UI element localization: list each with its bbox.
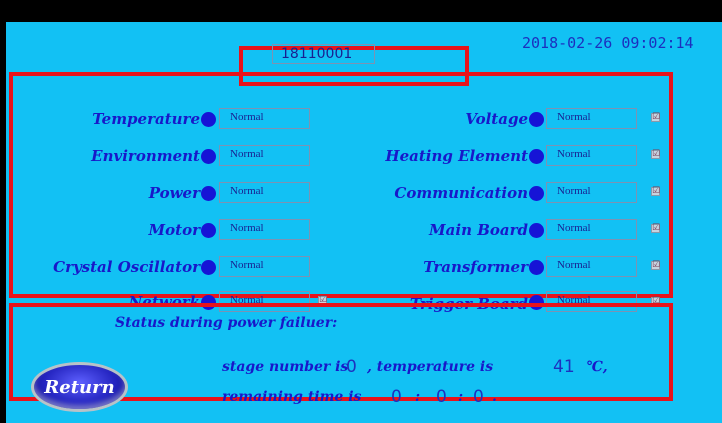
checkbox-heating-element[interactable]: ☑ <box>651 150 660 159</box>
label-environment: Environment <box>91 147 200 165</box>
label-main-board: Main Board <box>429 221 528 239</box>
label-motor: Motor <box>148 221 200 239</box>
remaining-hours: 0 <box>391 387 402 407</box>
checkbox-communication[interactable]: ☑ <box>651 187 660 196</box>
status-dot-transformer <box>529 260 544 275</box>
status-dot-motor <box>201 223 216 238</box>
return-button-label: Return <box>44 377 115 398</box>
value-transformer[interactable]: Normal <box>546 256 637 277</box>
return-button[interactable]: Return <box>31 362 128 412</box>
temperature-value: 41 <box>553 357 575 377</box>
device-id-field[interactable]: 18110001 <box>272 44 375 64</box>
value-main-board[interactable]: Normal <box>546 219 637 240</box>
checkbox-voltage[interactable]: ☑ <box>651 113 660 122</box>
time-end-period: . <box>492 389 497 405</box>
power-failure-title: Status during power failuer: <box>115 315 338 331</box>
status-dot-temperature <box>201 112 216 127</box>
label-heating-element: Heating Element <box>385 147 528 165</box>
label-crystal-oscillator: Crystal Oscillator <box>53 258 200 276</box>
remaining-time-label: remaining time is <box>222 389 362 405</box>
status-dot-environment <box>201 149 216 164</box>
remaining-seconds: 0 <box>473 387 484 407</box>
status-dot-communication <box>529 186 544 201</box>
checkbox-transformer[interactable]: ☑ <box>651 261 660 270</box>
value-temperature[interactable]: Normal <box>219 108 310 129</box>
temperature-label: , temperature is <box>367 359 494 375</box>
stage-label: stage number is <box>222 359 349 375</box>
value-crystal-oscillator[interactable]: Normal <box>219 256 310 277</box>
time-separator-2: : <box>458 389 464 405</box>
stage-value: 0 <box>346 357 357 377</box>
checkbox-main-board[interactable]: ☑ <box>651 224 660 233</box>
time-separator-1: : <box>415 389 421 405</box>
label-transformer: Transformer <box>423 258 528 276</box>
status-dot-main-board <box>529 223 544 238</box>
value-voltage[interactable]: Normal <box>546 108 637 129</box>
status-dot-power <box>201 186 216 201</box>
label-communication: Communication <box>394 184 528 202</box>
datetime-display: 2018-02-26 09:02:14 <box>522 34 694 52</box>
status-dot-heating-element <box>529 149 544 164</box>
status-dot-voltage <box>529 112 544 127</box>
value-heating-element[interactable]: Normal <box>546 145 637 166</box>
value-communication[interactable]: Normal <box>546 182 637 203</box>
value-motor[interactable]: Normal <box>219 219 310 240</box>
remaining-minutes: 0 <box>436 387 447 407</box>
label-power: Power <box>148 184 200 202</box>
label-temperature: Temperature <box>92 110 200 128</box>
value-environment[interactable]: Normal <box>219 145 310 166</box>
label-voltage: Voltage <box>465 110 528 128</box>
temperature-unit: ℃, <box>586 359 608 375</box>
value-power[interactable]: Normal <box>219 182 310 203</box>
status-dot-crystal-oscillator <box>201 260 216 275</box>
